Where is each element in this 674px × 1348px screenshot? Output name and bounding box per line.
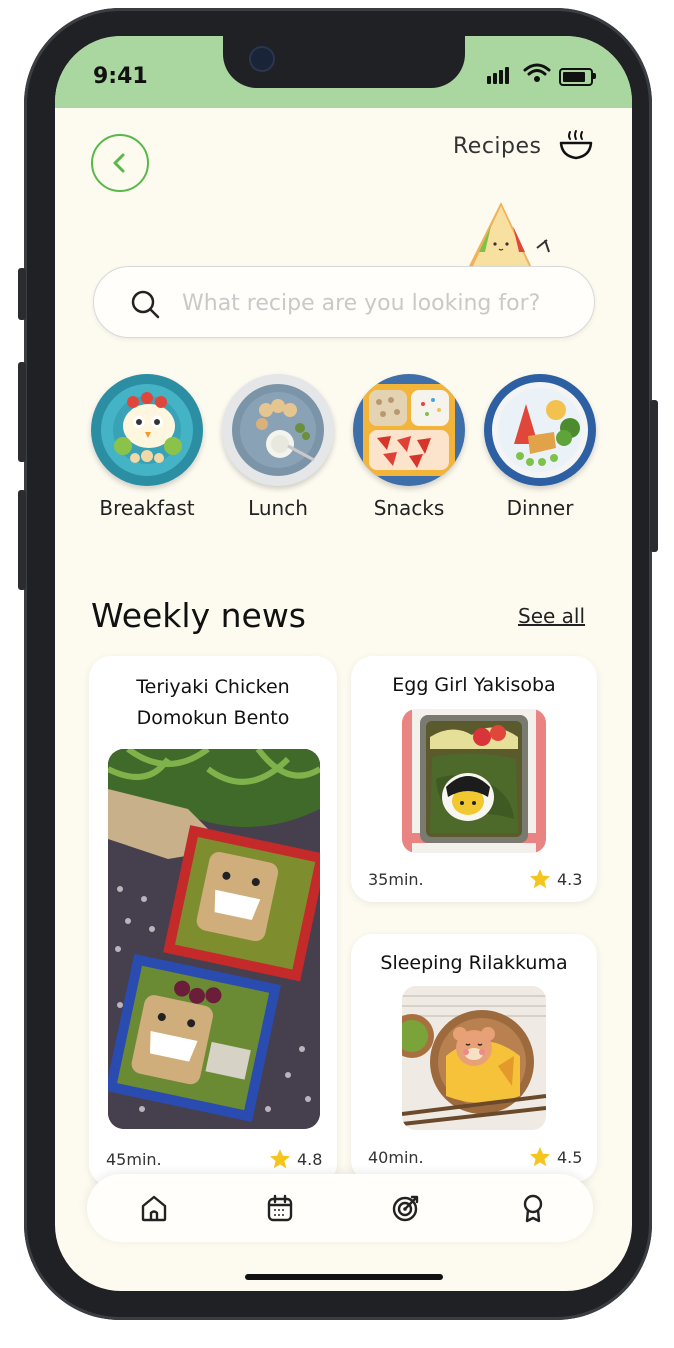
volume-up-button <box>18 362 26 462</box>
home-icon <box>141 1195 167 1222</box>
recipe-rating: 4.3 <box>557 870 583 889</box>
section-title: Weekly news <box>91 596 306 635</box>
category-lunch[interactable]: Lunch <box>220 374 336 520</box>
category-label: Dinner <box>506 496 574 520</box>
target-icon <box>392 1195 419 1222</box>
category-dinner[interactable]: Dinner <box>482 374 598 520</box>
search-input[interactable] <box>180 283 584 323</box>
recipe-image <box>402 709 546 853</box>
recipe-time: 45min. <box>106 1150 162 1169</box>
side-button <box>18 268 26 320</box>
category-label: Snacks <box>373 496 445 520</box>
calendar-icon <box>267 1194 293 1222</box>
volume-down-button <box>18 490 26 590</box>
tab-awards[interactable] <box>515 1190 551 1226</box>
battery-icon <box>559 68 593 86</box>
recipe-card[interactable]: Teriyaki Chicken Domokun Bento 45min. 4.… <box>89 656 337 1186</box>
category-breakfast[interactable]: Breakfast <box>89 374 205 520</box>
recipe-rating: 4.8 <box>297 1150 323 1169</box>
lunch-image <box>222 374 334 486</box>
recipe-rating: 4.5 <box>557 1148 583 1167</box>
see-all-link[interactable]: See all <box>518 604 585 628</box>
search-icon <box>131 290 160 319</box>
recipe-image <box>108 749 320 1129</box>
category-label: Breakfast <box>99 496 195 520</box>
bottom-tab-bar <box>87 1174 593 1242</box>
recipe-title: Egg Girl Yakisoba <box>392 674 556 696</box>
recipe-time: 40min. <box>368 1148 424 1167</box>
category-snacks[interactable]: Snacks <box>351 374 467 520</box>
recipe-card[interactable]: Egg Girl Yakisoba 35min. 4.3 <box>351 656 597 902</box>
status-time: 9:41 <box>93 64 148 89</box>
status-bar: 9:41 <box>55 36 632 108</box>
sandwich-mascot <box>467 202 550 270</box>
home-indicator[interactable] <box>245 1274 443 1280</box>
snacks-image <box>353 374 465 486</box>
award-icon <box>523 1194 543 1223</box>
back-button[interactable] <box>91 134 149 192</box>
notch <box>223 36 465 88</box>
power-button <box>650 400 658 552</box>
chevron-left-icon <box>113 153 125 173</box>
app-screen: 9:41 Recipes What recipe are you looking… <box>55 36 632 1291</box>
breakfast-image <box>91 374 203 486</box>
search-bar[interactable] <box>93 266 595 338</box>
tab-goals[interactable] <box>388 1190 424 1226</box>
page-title: Recipes <box>453 134 542 159</box>
recipe-image <box>402 986 546 1130</box>
wifi-icon <box>523 63 551 82</box>
recipe-card[interactable]: Sleeping Rilakkuma 40min. 4.5 <box>351 934 597 1182</box>
tab-calendar[interactable] <box>262 1190 298 1226</box>
tab-home[interactable] <box>136 1190 172 1226</box>
camera <box>249 46 275 72</box>
bowl-icon <box>559 130 593 160</box>
star-icon <box>530 869 550 889</box>
star-icon <box>530 1147 550 1167</box>
recipe-time: 35min. <box>368 870 424 889</box>
recipe-title: Sleeping Rilakkuma <box>380 952 568 974</box>
recipe-title: Teriyaki Chicken Domokun Bento <box>136 676 290 729</box>
category-label: Lunch <box>248 496 308 520</box>
star-icon <box>270 1149 290 1169</box>
dinner-image <box>484 374 596 486</box>
